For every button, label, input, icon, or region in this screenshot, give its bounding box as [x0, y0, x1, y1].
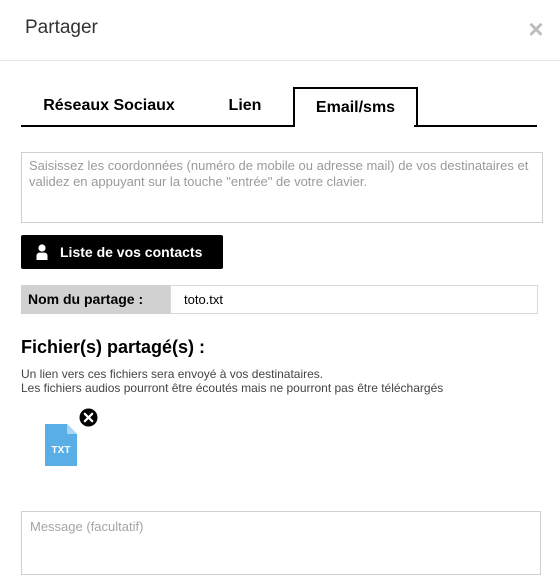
- txt-file-icon: TXT: [45, 424, 77, 466]
- contacts-list-label: Liste de vos contacts: [60, 244, 203, 260]
- file-extension: TXT: [52, 445, 71, 456]
- tab-social-networks[interactable]: Réseaux Sociaux: [21, 87, 197, 125]
- contacts-list-button[interactable]: Liste de vos contacts: [21, 235, 223, 269]
- person-icon: [36, 244, 48, 260]
- remove-file-icon[interactable]: [79, 408, 98, 427]
- tab-email-sms[interactable]: Email/sms: [293, 87, 418, 127]
- share-name-label: Nom du partage :: [21, 285, 170, 314]
- close-icon[interactable]: ×: [527, 16, 545, 42]
- shared-files-desc-line: Un lien vers ces fichiers sera envoyé à …: [21, 367, 324, 381]
- shared-files-desc-line: Les fichiers audios pourront être écouté…: [21, 381, 444, 395]
- dialog-title: Partager: [25, 17, 98, 38]
- shared-files-heading: Fichier(s) partagé(s) :: [21, 337, 206, 357]
- recipients-input[interactable]: Saisissez les coordonnées (numéro de mob…: [21, 152, 543, 223]
- tab-underline: [414, 125, 537, 127]
- message-input[interactable]: Message (facultatif): [21, 511, 541, 575]
- dialog-header: Partager ×: [0, 0, 560, 61]
- tab-link[interactable]: Lien: [205, 87, 285, 125]
- shared-files-description: Un lien vers ces fichiers sera envoyé à …: [21, 367, 443, 395]
- tab-underline: [21, 125, 294, 127]
- share-name-input[interactable]: toto.txt: [170, 285, 538, 314]
